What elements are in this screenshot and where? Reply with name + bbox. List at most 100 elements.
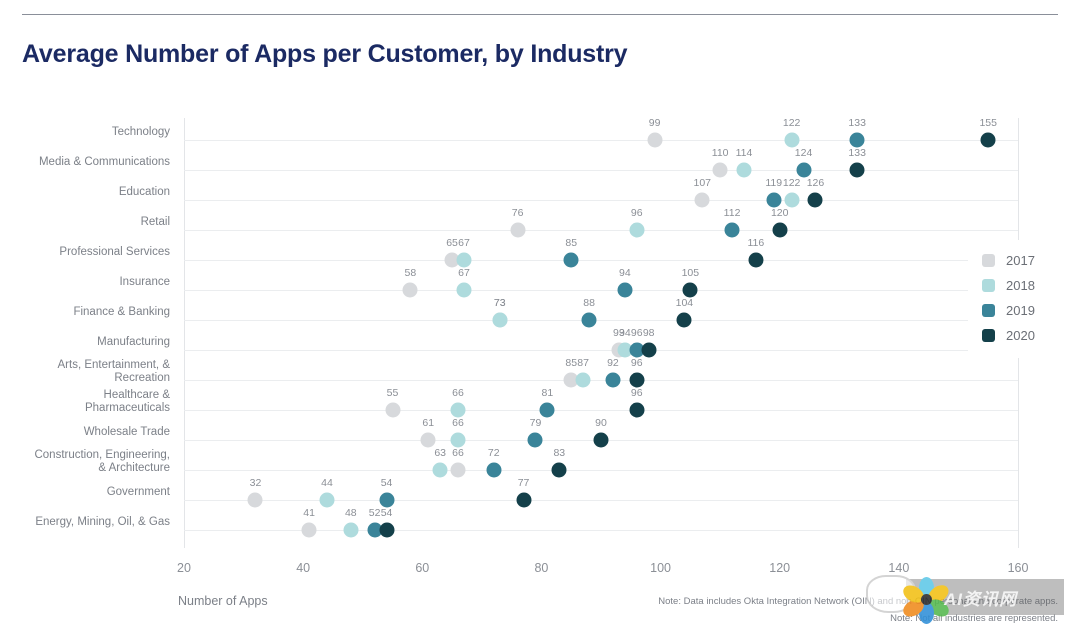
data-point[interactable] (772, 222, 788, 238)
data-point[interactable] (712, 162, 728, 178)
data-point[interactable] (301, 522, 317, 538)
scatter-plot: 99 122 133 155 110 114 124 133 107 119 122 126 76 96 1… (184, 116, 1018, 548)
data-point[interactable] (319, 492, 335, 508)
data-point-value-label: 48 (344, 506, 357, 519)
y-axis-category-label: Insurance (119, 275, 170, 288)
y-axis-category-label: Manufacturing (97, 335, 170, 348)
data-point-value-label: 105 (681, 266, 700, 279)
x-axis-tick-label: 20 (177, 561, 191, 575)
data-point[interactable] (379, 522, 395, 538)
data-point[interactable] (516, 492, 532, 508)
data-point-value-label: 58 (404, 266, 417, 279)
x-axis-tick-label: 160 (1007, 561, 1029, 575)
data-point[interactable] (450, 462, 466, 478)
data-point[interactable] (784, 132, 800, 148)
y-axis-category-label: Retail (140, 215, 170, 228)
data-point-value-label: 83 (553, 446, 566, 459)
data-point[interactable] (849, 132, 865, 148)
data-point[interactable] (784, 192, 800, 208)
data-point[interactable] (796, 162, 812, 178)
data-point[interactable] (343, 522, 359, 538)
data-point[interactable] (450, 432, 466, 448)
data-point-value-label: 110 (711, 146, 729, 159)
grid-line (184, 469, 1018, 471)
data-point[interactable] (510, 222, 526, 238)
data-point-value-label: 104 (675, 296, 694, 309)
data-point[interactable] (641, 342, 657, 358)
data-point[interactable] (581, 312, 597, 328)
data-point[interactable] (450, 402, 466, 418)
grid-line (184, 229, 1018, 231)
data-point[interactable] (766, 192, 782, 208)
data-point-value-label: 63 (434, 446, 446, 459)
data-point-value-label: 96 (630, 356, 643, 369)
data-point[interactable] (593, 432, 609, 448)
data-point[interactable] (629, 372, 645, 388)
y-axis-category-label: Construction, Engineering, & Architecture (34, 449, 170, 474)
data-point[interactable] (456, 282, 472, 298)
legend-item-2018[interactable]: 2018 (968, 273, 1072, 298)
data-point-value-label: 85 (565, 356, 578, 369)
legend-label: 2017 (1006, 253, 1035, 268)
watermark-ghost-icon (866, 575, 916, 613)
data-point[interactable] (551, 462, 567, 478)
data-point[interactable] (402, 282, 418, 298)
data-point[interactable] (527, 432, 543, 448)
data-point[interactable] (724, 222, 740, 238)
data-point-value-label: 55 (386, 386, 399, 399)
data-point-value-label: 54 (380, 506, 393, 519)
data-point-value-label: 88 (583, 296, 595, 309)
data-point-value-label: 96 (630, 326, 643, 339)
data-point[interactable] (379, 492, 395, 508)
data-point[interactable] (676, 312, 692, 328)
y-axis-category-label: Technology (111, 125, 170, 138)
data-point[interactable] (849, 162, 865, 178)
data-point[interactable] (617, 282, 633, 298)
data-point[interactable] (247, 492, 263, 508)
grid-line (184, 139, 1018, 141)
data-point-value-label: 66 (452, 416, 464, 429)
data-point[interactable] (563, 252, 579, 268)
data-point-value-label: 133 (848, 146, 866, 159)
data-point[interactable] (736, 162, 752, 178)
x-axis-tick-label: 80 (534, 561, 549, 575)
grid-line (184, 199, 1018, 201)
data-point-value-label: 99 (648, 116, 661, 129)
data-point-value-label: 77 (517, 476, 530, 489)
data-point[interactable] (647, 132, 663, 148)
legend-item-2017[interactable]: 2017 (968, 248, 1072, 273)
data-point[interactable] (694, 192, 710, 208)
data-point[interactable] (575, 372, 591, 388)
data-point[interactable] (486, 462, 502, 478)
data-point[interactable] (629, 402, 645, 418)
data-point[interactable] (605, 372, 621, 388)
data-point[interactable] (682, 282, 698, 298)
data-point[interactable] (748, 252, 764, 268)
data-point[interactable] (456, 252, 472, 268)
data-point-value-label: 133 (848, 116, 866, 129)
data-point-value-label: 122 (782, 176, 801, 189)
x-axis-tick-label: 100 (650, 561, 671, 575)
data-point[interactable] (629, 222, 645, 238)
data-point-value-label: 65 (446, 236, 458, 249)
data-point[interactable] (539, 402, 555, 418)
data-point-value-label: 67 (458, 266, 470, 279)
legend-item-2020[interactable]: 2020 (968, 323, 1072, 348)
legend-swatch-icon (982, 329, 995, 342)
data-point[interactable] (807, 192, 823, 208)
data-point-value-label: 112 (723, 206, 741, 219)
legend: 2017 2018 2019 2020 (968, 240, 1072, 358)
data-point[interactable] (420, 432, 436, 448)
data-point[interactable] (385, 402, 400, 418)
x-axis-tick-label: 120 (769, 561, 791, 575)
data-point[interactable] (432, 462, 448, 478)
legend-item-2019[interactable]: 2019 (968, 298, 1072, 323)
data-point-value-label: 73 (493, 296, 506, 309)
data-point-value-label: 96 (630, 206, 643, 219)
data-point[interactable] (492, 312, 508, 328)
y-axis-category-label: Energy, Mining, Oil, & Gas (35, 515, 170, 528)
legend-swatch-icon (982, 304, 995, 317)
y-axis-category-label: Government (106, 485, 170, 498)
data-point[interactable] (980, 132, 996, 148)
y-axis-category-label: Professional Services (59, 245, 170, 258)
